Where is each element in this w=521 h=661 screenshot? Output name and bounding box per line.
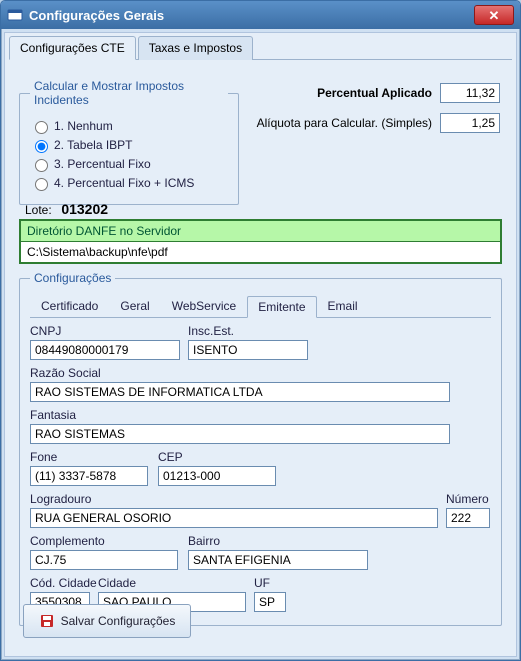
client-area: Configurações CTE Taxas e Impostos Calcu… — [4, 32, 517, 657]
outer-tabstrip: Configurações CTE Taxas e Impostos — [9, 35, 512, 60]
right-fields: Percentual Aplicado Alíquota para Calcul… — [254, 83, 500, 143]
radio-percentual-fixo[interactable]: 3. Percentual Fixo — [30, 156, 228, 172]
app-icon — [7, 7, 23, 23]
label-uf: UF — [254, 576, 270, 590]
input-percentual-aplicado[interactable] — [440, 83, 500, 103]
lote-display: Lote: 013202 — [25, 201, 108, 217]
label-insc-est: Insc.Est. — [188, 324, 234, 338]
tab-panel: Calcular e Mostrar Impostos Incidentes 1… — [9, 61, 512, 652]
lote-value: 013202 — [61, 201, 108, 217]
window-title: Configurações Gerais — [29, 8, 474, 23]
tab-webservice[interactable]: WebService — [161, 295, 247, 317]
input-complemento[interactable] — [30, 550, 178, 570]
input-fone[interactable] — [30, 466, 148, 486]
input-cnpj[interactable] — [30, 340, 180, 360]
emitente-form: CNPJ Insc.Est. Razão Social Fantasia Fon… — [30, 318, 491, 618]
label-cod-cidade: Cód. Cidade — [30, 576, 97, 590]
close-button[interactable]: ✕ — [474, 5, 514, 25]
label-razao-social: Razão Social — [30, 366, 101, 380]
close-icon: ✕ — [489, 9, 500, 22]
label-aliquota-simples: Alíquota para Calcular. (Simples) — [257, 116, 432, 130]
input-numero[interactable] — [446, 508, 490, 528]
main-window: Configurações Gerais ✕ Configurações CTE… — [0, 0, 521, 661]
tab-geral[interactable]: Geral — [109, 295, 160, 317]
label-logradouro: Logradouro — [30, 492, 91, 506]
input-aliquota-simples[interactable] — [440, 113, 500, 133]
radio-nenhum[interactable]: 1. Nenhum — [30, 118, 228, 134]
tab-taxas-impostos[interactable]: Taxas e Impostos — [138, 36, 253, 60]
input-insc-est[interactable] — [188, 340, 308, 360]
radio-tabela-ibpt[interactable]: 2. Tabela IBPT — [30, 137, 228, 153]
danfe-header: Diretório DANFE no Servidor — [21, 221, 500, 241]
label-complemento: Complemento — [30, 534, 105, 548]
save-icon — [39, 613, 55, 629]
label-cidade: Cidade — [98, 576, 136, 590]
inner-tabstrip: Certificado Geral WebService Emitente Em… — [30, 295, 491, 318]
tab-emitente[interactable]: Emitente — [247, 296, 316, 318]
radio-percentual-fixo-icms[interactable]: 4. Percentual Fixo + ICMS — [30, 175, 228, 191]
group-configuracoes: Configurações Certificado Geral WebServi… — [19, 271, 502, 626]
group-tax-calc: Calcular e Mostrar Impostos Incidentes 1… — [19, 79, 239, 205]
input-uf[interactable] — [254, 592, 286, 612]
save-config-button[interactable]: Salvar Configurações — [23, 604, 191, 638]
title-bar: Configurações Gerais ✕ — [1, 1, 520, 29]
label-bairro: Bairro — [188, 534, 220, 548]
danfe-group: Diretório DANFE no Servidor — [19, 219, 502, 264]
group-tax-legend: Calcular e Mostrar Impostos Incidentes — [30, 79, 228, 107]
tab-email[interactable]: Email — [317, 295, 369, 317]
label-fone: Fone — [30, 450, 57, 464]
label-percentual-aplicado: Percentual Aplicado — [317, 86, 432, 100]
input-razao-social[interactable] — [30, 382, 450, 402]
input-fantasia[interactable] — [30, 424, 450, 444]
label-cep: CEP — [158, 450, 183, 464]
input-danfe-path[interactable] — [21, 241, 500, 262]
tab-certificado[interactable]: Certificado — [30, 295, 109, 317]
input-bairro[interactable] — [188, 550, 368, 570]
tab-config-cte[interactable]: Configurações CTE — [9, 36, 136, 60]
group-config-legend: Configurações — [30, 271, 115, 285]
label-fantasia: Fantasia — [30, 408, 76, 422]
input-logradouro[interactable] — [30, 508, 438, 528]
label-numero: Número — [446, 492, 489, 506]
input-cep[interactable] — [158, 466, 276, 486]
label-cnpj: CNPJ — [30, 324, 61, 338]
